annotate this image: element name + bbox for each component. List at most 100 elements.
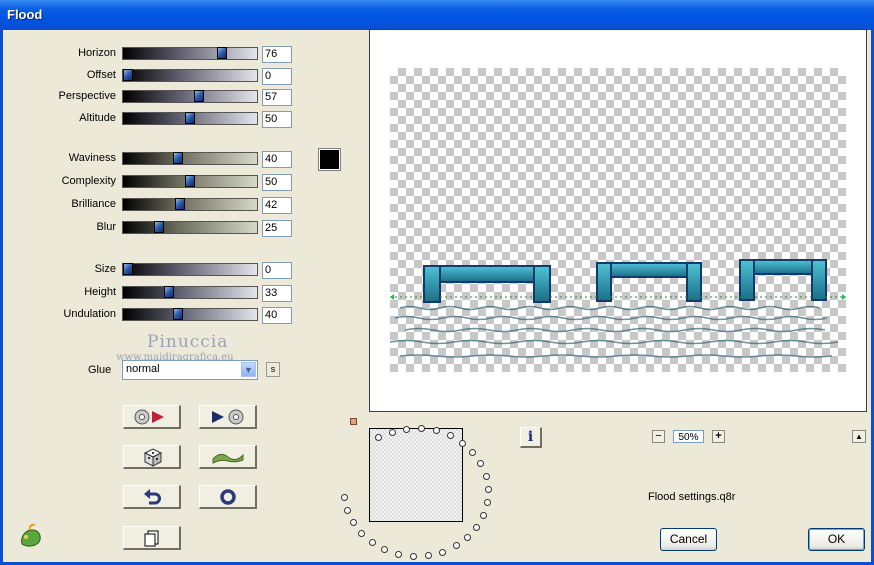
app-logo-icon xyxy=(21,523,41,547)
slider-value-undulation[interactable]: 40 xyxy=(262,307,292,324)
info-button[interactable]: i xyxy=(520,427,542,448)
slider-value-complexity[interactable]: 50 xyxy=(262,174,292,191)
slider-thumb[interactable] xyxy=(123,263,133,275)
copy-icon xyxy=(144,530,158,546)
slider-track-altitude[interactable] xyxy=(122,112,258,125)
slider-value-brilliance[interactable]: 42 xyxy=(262,197,292,214)
slider-track-height[interactable] xyxy=(122,286,258,299)
randomize-right-icon xyxy=(211,409,243,424)
slider-thumb[interactable] xyxy=(123,69,133,81)
slider-thumb[interactable] xyxy=(163,286,174,298)
slider-label-height: Height xyxy=(84,286,116,298)
navigator-ring-dot xyxy=(395,551,403,559)
zoom-out-button[interactable]: − xyxy=(652,430,665,443)
color-swatch[interactable] xyxy=(318,148,341,171)
slider-value-perspective[interactable]: 57 xyxy=(262,89,292,106)
navigator-ring-dot xyxy=(403,425,411,433)
slider-track-brilliance[interactable] xyxy=(122,198,258,211)
navigator-ring-dot xyxy=(341,494,349,502)
slider-thumb[interactable] xyxy=(185,175,195,187)
ok-button[interactable]: OK xyxy=(808,528,865,551)
slider-value-waviness[interactable]: 40 xyxy=(262,151,292,168)
wave-icon xyxy=(212,453,243,464)
chevron-down-icon[interactable]: ▼ xyxy=(241,362,256,377)
slider-value-height[interactable]: 33 xyxy=(262,285,292,302)
navigator-ring-dot xyxy=(459,439,467,447)
slider-value-horizon[interactable]: 76 xyxy=(262,46,292,63)
slider-track-offset[interactable] xyxy=(122,69,258,82)
navigator-ring-dot xyxy=(388,428,396,436)
frame-shape-2 xyxy=(596,262,702,302)
navigator-thumbnail[interactable] xyxy=(369,428,463,522)
slider-thumb[interactable] xyxy=(185,112,195,124)
glue-select[interactable]: normal ▼ xyxy=(122,360,258,380)
slider-thumb[interactable] xyxy=(193,90,204,102)
slider-label-horizon: Horizon xyxy=(78,47,116,59)
navigator-ring-dot xyxy=(473,523,481,531)
navigator-ring-dot xyxy=(469,449,477,457)
glue-select-value: normal xyxy=(126,363,160,375)
slider-label-undulation: Undulation xyxy=(63,308,116,320)
wave-button[interactable] xyxy=(199,445,257,469)
reset-circle-icon xyxy=(219,488,236,505)
navigator-ring-dot xyxy=(484,485,492,493)
slider-track-complexity[interactable] xyxy=(122,175,258,188)
slider-thumb[interactable] xyxy=(172,308,183,320)
navigator-ring-dot xyxy=(484,499,492,507)
undo-icon xyxy=(143,488,161,504)
navigator-ring-dot xyxy=(424,552,432,560)
slider-label-blur: Blur xyxy=(96,221,116,233)
title-bar[interactable]: Flood xyxy=(0,0,874,30)
settings-filename: Flood settings.q8r xyxy=(648,491,736,503)
zoom-level: 50% xyxy=(673,430,704,443)
slider-thumb[interactable] xyxy=(154,221,164,233)
slider-label-offset: Offset xyxy=(86,69,116,81)
flood-preview-image xyxy=(390,259,846,358)
randomize-left-icon xyxy=(134,409,164,424)
navigator-ring-dot xyxy=(464,534,472,542)
slider-label-brilliance: Brilliance xyxy=(71,198,116,210)
randomize-right-button[interactable] xyxy=(199,405,257,429)
window-title: Flood xyxy=(7,7,43,22)
glue-s-button[interactable]: s xyxy=(266,362,280,377)
slider-track-waviness[interactable] xyxy=(122,152,258,165)
slider-track-horizon[interactable] xyxy=(122,47,258,60)
preview-panel[interactable] xyxy=(369,29,867,412)
random-dice-button[interactable] xyxy=(123,445,181,469)
navigator-ring-dot xyxy=(480,511,488,519)
slider-track-undulation[interactable] xyxy=(122,308,258,321)
slider-thumb[interactable] xyxy=(217,47,228,59)
navigator-ring-dot xyxy=(343,507,351,515)
copy-button[interactable] xyxy=(123,526,181,550)
navigator-ring-dot xyxy=(482,472,490,480)
slider-value-blur[interactable]: 25 xyxy=(262,220,292,237)
navigator-ring-dot xyxy=(410,552,418,560)
navigator-ring-dot xyxy=(477,460,485,468)
navigator-ring-dot xyxy=(349,519,357,527)
slider-track-size[interactable] xyxy=(122,263,258,276)
slider-value-offset[interactable]: 0 xyxy=(262,68,292,85)
slider-label-complexity: Complexity xyxy=(61,175,116,187)
navigator-ring-dot xyxy=(368,539,376,547)
slider-value-altitude[interactable]: 50 xyxy=(262,111,292,128)
slider-track-perspective[interactable] xyxy=(122,90,258,103)
cancel-button[interactable]: Cancel xyxy=(660,528,717,551)
slider-thumb[interactable] xyxy=(175,198,186,210)
zoom-in-button[interactable]: + xyxy=(712,430,725,443)
navigator-ring-dot xyxy=(381,546,389,554)
reset-button[interactable] xyxy=(199,485,257,509)
navigator-handle[interactable] xyxy=(350,418,357,425)
slider-track-blur[interactable] xyxy=(122,221,258,234)
slider-label-size: Size xyxy=(94,263,116,275)
slider-value-size[interactable]: 0 xyxy=(262,262,292,279)
navigator-ring-dot xyxy=(357,530,365,538)
randomize-left-button[interactable] xyxy=(123,405,181,429)
slider-label-perspective: Perspective xyxy=(58,90,116,102)
slider-thumb[interactable] xyxy=(172,152,183,164)
collapse-up-button[interactable]: ▲ xyxy=(852,430,866,443)
frame-shape-3 xyxy=(739,259,827,301)
preview-canvas xyxy=(390,68,846,372)
undo-button[interactable] xyxy=(123,485,181,509)
navigator-ring-dot xyxy=(452,542,460,550)
watermark-name: Pinuccia xyxy=(147,332,229,352)
